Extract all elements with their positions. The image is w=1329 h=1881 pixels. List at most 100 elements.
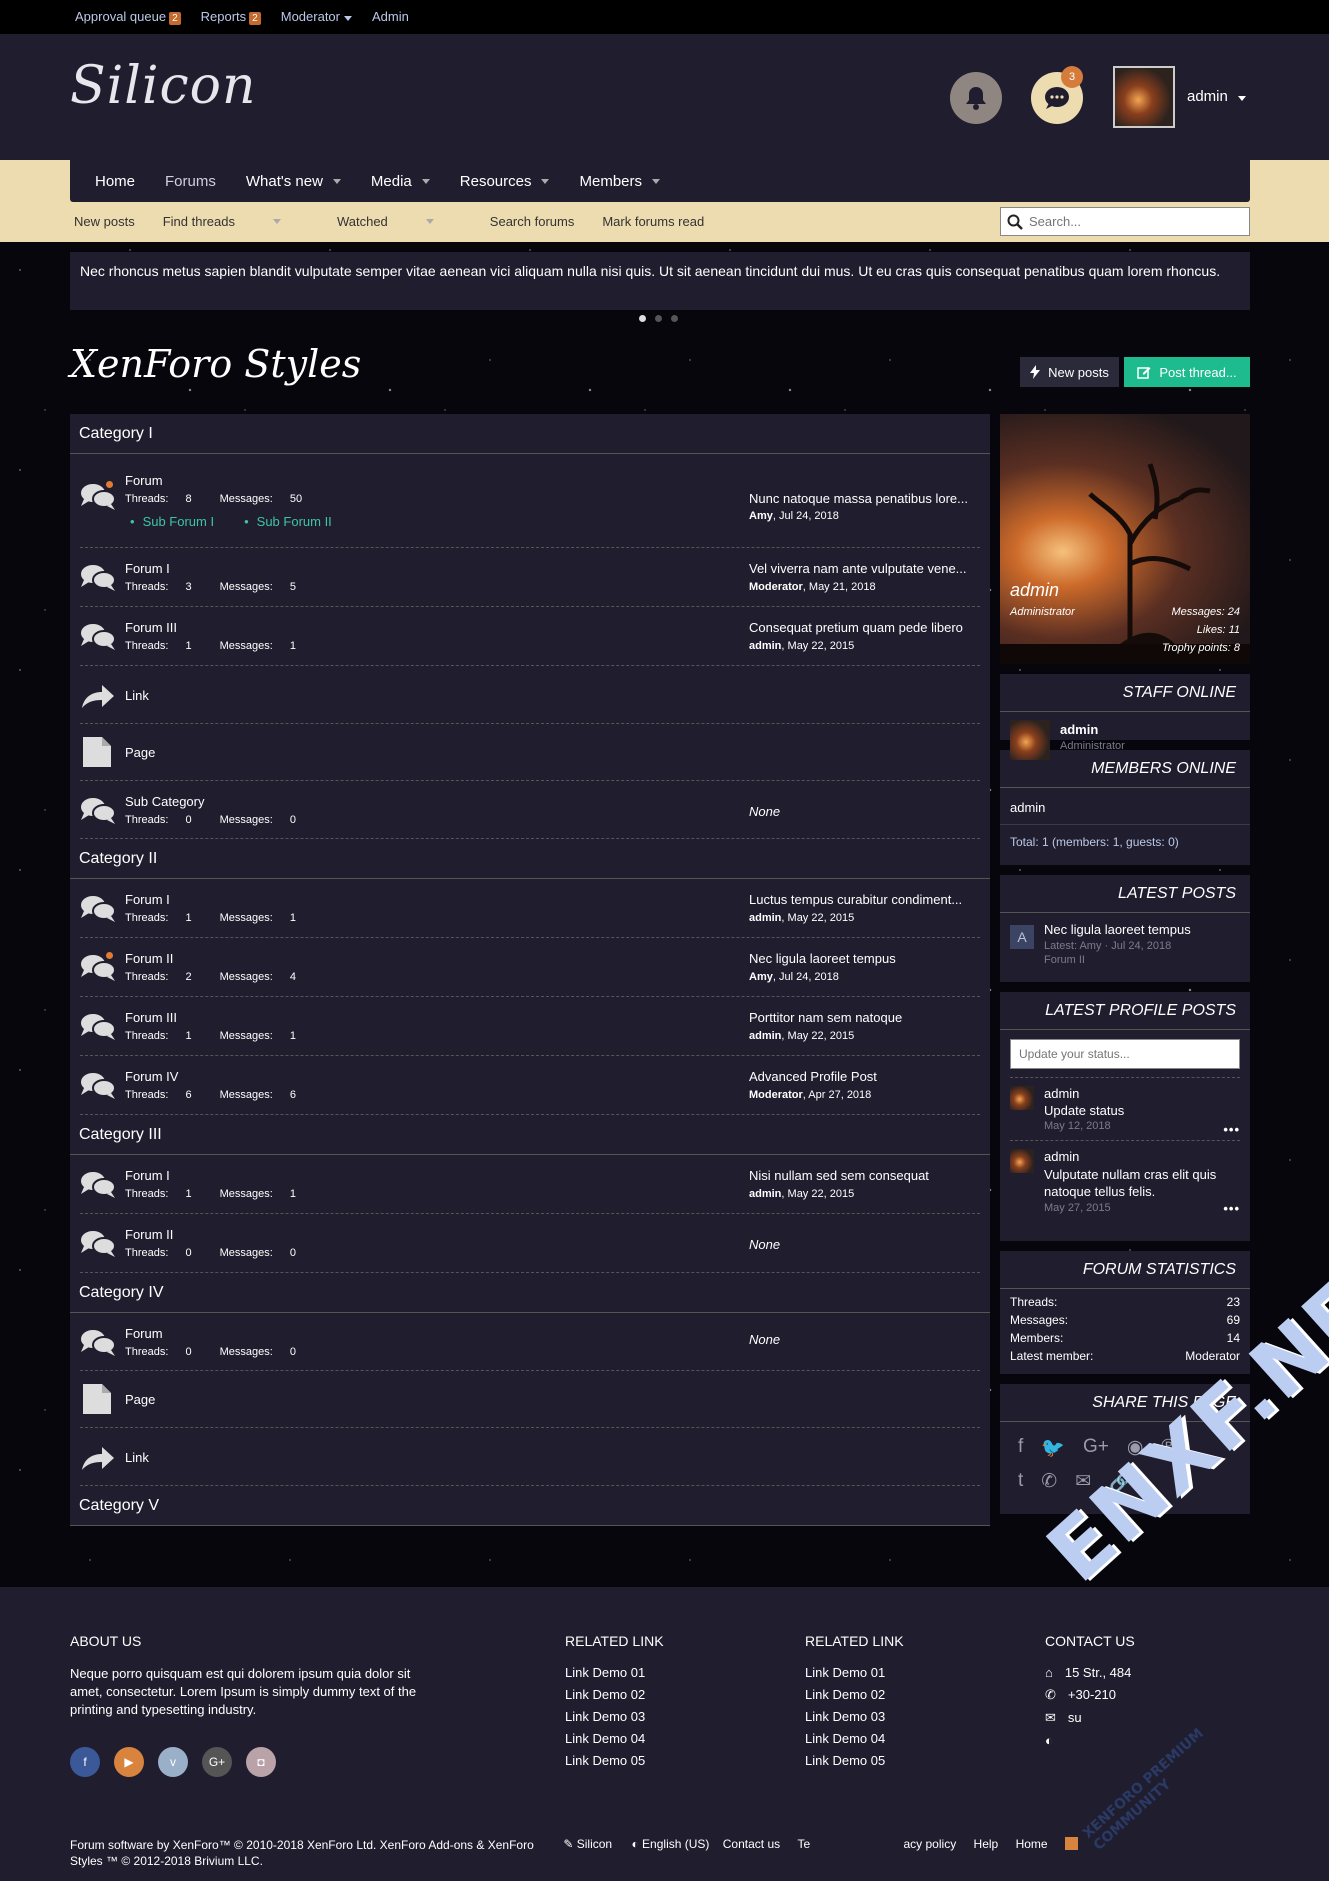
forum-row[interactable]: Forum IV Threads: 6 Messages: 6 Advanced …	[80, 1056, 980, 1115]
pager-dot[interactable]	[639, 315, 646, 322]
forum-row[interactable]: Forum Threads: 0 Messages: 0 None	[80, 1313, 980, 1371]
page-row[interactable]: Page	[80, 724, 980, 781]
forum-title[interactable]: Forum	[125, 1326, 163, 1341]
footer-link[interactable]: Contact us	[723, 1837, 780, 1851]
account-menu[interactable]: admin	[1187, 88, 1246, 105]
forum-row[interactable]: Forum I Threads: 1 Messages: 1 Luctus tem…	[80, 879, 980, 938]
tumblr-icon[interactable]: t	[1018, 1470, 1023, 1494]
alerts-button[interactable]	[950, 72, 1002, 124]
avatar[interactable]	[1010, 1149, 1034, 1173]
profile-post-user[interactable]: admin	[1044, 1149, 1229, 1164]
facebook-icon[interactable]: f	[1018, 1436, 1023, 1460]
more-icon[interactable]: •••	[1223, 1201, 1240, 1216]
category-header[interactable]: Category V	[70, 1486, 990, 1526]
last-post-title[interactable]: Porttitor nam sem natoque	[749, 1010, 981, 1025]
forum-title[interactable]: Forum I	[125, 561, 170, 576]
pager-dot[interactable]	[655, 315, 662, 322]
forum-row[interactable]: Sub Category Threads: 0 Messages: 0 None	[80, 781, 980, 839]
flickr-icon[interactable]: ◘	[246, 1747, 276, 1777]
contact-email[interactable]: su	[1068, 1710, 1082, 1725]
search-box[interactable]	[1000, 207, 1250, 236]
page-row[interactable]: Page	[80, 1371, 980, 1428]
last-post-title[interactable]: Nunc natoque massa penatibus lore...	[749, 491, 981, 506]
avatar[interactable]: A	[1010, 925, 1034, 949]
footer-link[interactable]: Help	[974, 1837, 999, 1851]
online-member[interactable]: admin	[1000, 788, 1250, 825]
staff-username[interactable]: admin	[1060, 722, 1125, 737]
vimeo-icon[interactable]: v	[158, 1747, 188, 1777]
footer-link[interactable]: acy policy	[904, 1837, 957, 1851]
language-chooser[interactable]: English (US)	[642, 1837, 709, 1851]
last-post-title[interactable]: Consequat pretium quam pede libero	[749, 620, 981, 635]
forum-row[interactable]: Forum I Threads: 3 Messages: 5 Vel viverr…	[80, 548, 980, 607]
profile-name[interactable]: admin	[1010, 580, 1059, 601]
subforum-link[interactable]: Sub Forum II	[244, 514, 332, 529]
user-avatar[interactable]	[1113, 66, 1175, 128]
twitter-icon[interactable]: 🐦	[1041, 1436, 1065, 1460]
page-title-link[interactable]: Page	[125, 1392, 155, 1407]
forum-title[interactable]: Forum III	[125, 620, 177, 635]
site-logo[interactable]: Silicon	[70, 56, 256, 116]
style-chooser[interactable]: Silicon	[577, 1837, 612, 1851]
post-thread-button[interactable]: Post thread...	[1124, 357, 1250, 387]
category-header[interactable]: Category I	[70, 414, 990, 454]
subnav-watched[interactable]: Watched	[337, 214, 462, 229]
footer-link[interactable]: Home	[1016, 1837, 1048, 1851]
forum-title[interactable]: Forum I	[125, 892, 170, 907]
profile-post-user[interactable]: admin	[1044, 1086, 1124, 1101]
google-plus-icon[interactable]: G+	[202, 1747, 232, 1777]
reports-link[interactable]: Reports 2	[201, 9, 261, 25]
subnav-mark-read[interactable]: Mark forums read	[602, 214, 704, 229]
pager-dot[interactable]	[671, 315, 678, 322]
forum-row[interactable]: Forum I Threads: 1 Messages: 1 Nisi nulla…	[80, 1155, 980, 1214]
youtube-icon[interactable]: ▶	[114, 1747, 144, 1777]
forum-title[interactable]: Forum III	[125, 1010, 177, 1025]
latest-post-forum[interactable]: Forum II	[1044, 954, 1191, 966]
last-post-title[interactable]: Vel viverra nam ante vulputate vene...	[749, 561, 981, 576]
rss-icon[interactable]	[1064, 1837, 1078, 1850]
tab-resources[interactable]: Resources	[460, 173, 550, 190]
last-post-title[interactable]: Nisi nullam sed sem consequat	[749, 1168, 981, 1183]
subforum-link[interactable]: Sub Forum I	[130, 514, 214, 529]
profile-card[interactable]: admin Administrator Messages: 24 Likes: …	[1000, 414, 1250, 664]
search-input[interactable]	[1029, 214, 1229, 229]
forum-row[interactable]: Forum Threads: 8Messages: 50 Sub Forum I…	[80, 454, 980, 548]
category-header[interactable]: Category III	[70, 1115, 990, 1155]
footer-link[interactable]: Link Demo 04	[805, 1731, 904, 1746]
forum-title[interactable]: Forum IV	[125, 1069, 178, 1084]
forum-title[interactable]: Forum	[125, 473, 163, 488]
forum-row[interactable]: Forum III Threads: 1 Messages: 1 Porttito…	[80, 997, 980, 1056]
link-title[interactable]: Link	[125, 688, 149, 703]
footer-link[interactable]: Link Demo 01	[805, 1665, 904, 1680]
footer-link[interactable]: Link Demo 05	[805, 1753, 904, 1768]
link-title[interactable]: Link	[125, 1450, 149, 1465]
footer-link[interactable]: Link Demo 03	[805, 1709, 904, 1724]
new-posts-button[interactable]: New posts	[1020, 357, 1119, 387]
approval-queue-link[interactable]: Approval queue 2	[75, 9, 181, 25]
link-row[interactable]: Link	[80, 666, 980, 724]
footer-link[interactable]: Link Demo 02	[565, 1687, 664, 1702]
tab-forums[interactable]: Forums	[165, 173, 216, 190]
tab-whats-new[interactable]: What's new	[246, 173, 341, 190]
forum-title[interactable]: Forum II	[125, 1227, 173, 1242]
last-post-title[interactable]: Advanced Profile Post	[749, 1069, 981, 1084]
admin-link[interactable]: Admin	[372, 9, 409, 25]
forum-row[interactable]: Forum II Threads: 2 Messages: 4 Nec ligul…	[80, 938, 980, 997]
footer-link[interactable]: Link Demo 01	[565, 1665, 664, 1680]
tab-home[interactable]: Home	[95, 173, 135, 190]
latest-post-title[interactable]: Nec ligula laoreet tempus	[1044, 922, 1191, 937]
forum-row[interactable]: Forum II Threads: 0 Messages: 0 None	[80, 1214, 980, 1273]
google-plus-icon[interactable]: G+	[1083, 1436, 1109, 1460]
facebook-icon[interactable]: f	[70, 1747, 100, 1777]
category-header[interactable]: Category IV	[70, 1273, 990, 1313]
subnav-find-threads[interactable]: Find threads	[163, 214, 309, 229]
avatar[interactable]	[1010, 1086, 1034, 1110]
category-header[interactable]: Category II	[70, 839, 990, 879]
footer-link[interactable]: Te	[797, 1837, 810, 1851]
subnav-search-forums[interactable]: Search forums	[490, 214, 575, 229]
footer-link[interactable]: Link Demo 02	[805, 1687, 904, 1702]
avatar[interactable]	[1010, 720, 1050, 760]
tab-media[interactable]: Media	[371, 173, 430, 190]
footer-link[interactable]: Link Demo 05	[565, 1753, 664, 1768]
moderator-menu[interactable]: Moderator	[281, 9, 352, 25]
